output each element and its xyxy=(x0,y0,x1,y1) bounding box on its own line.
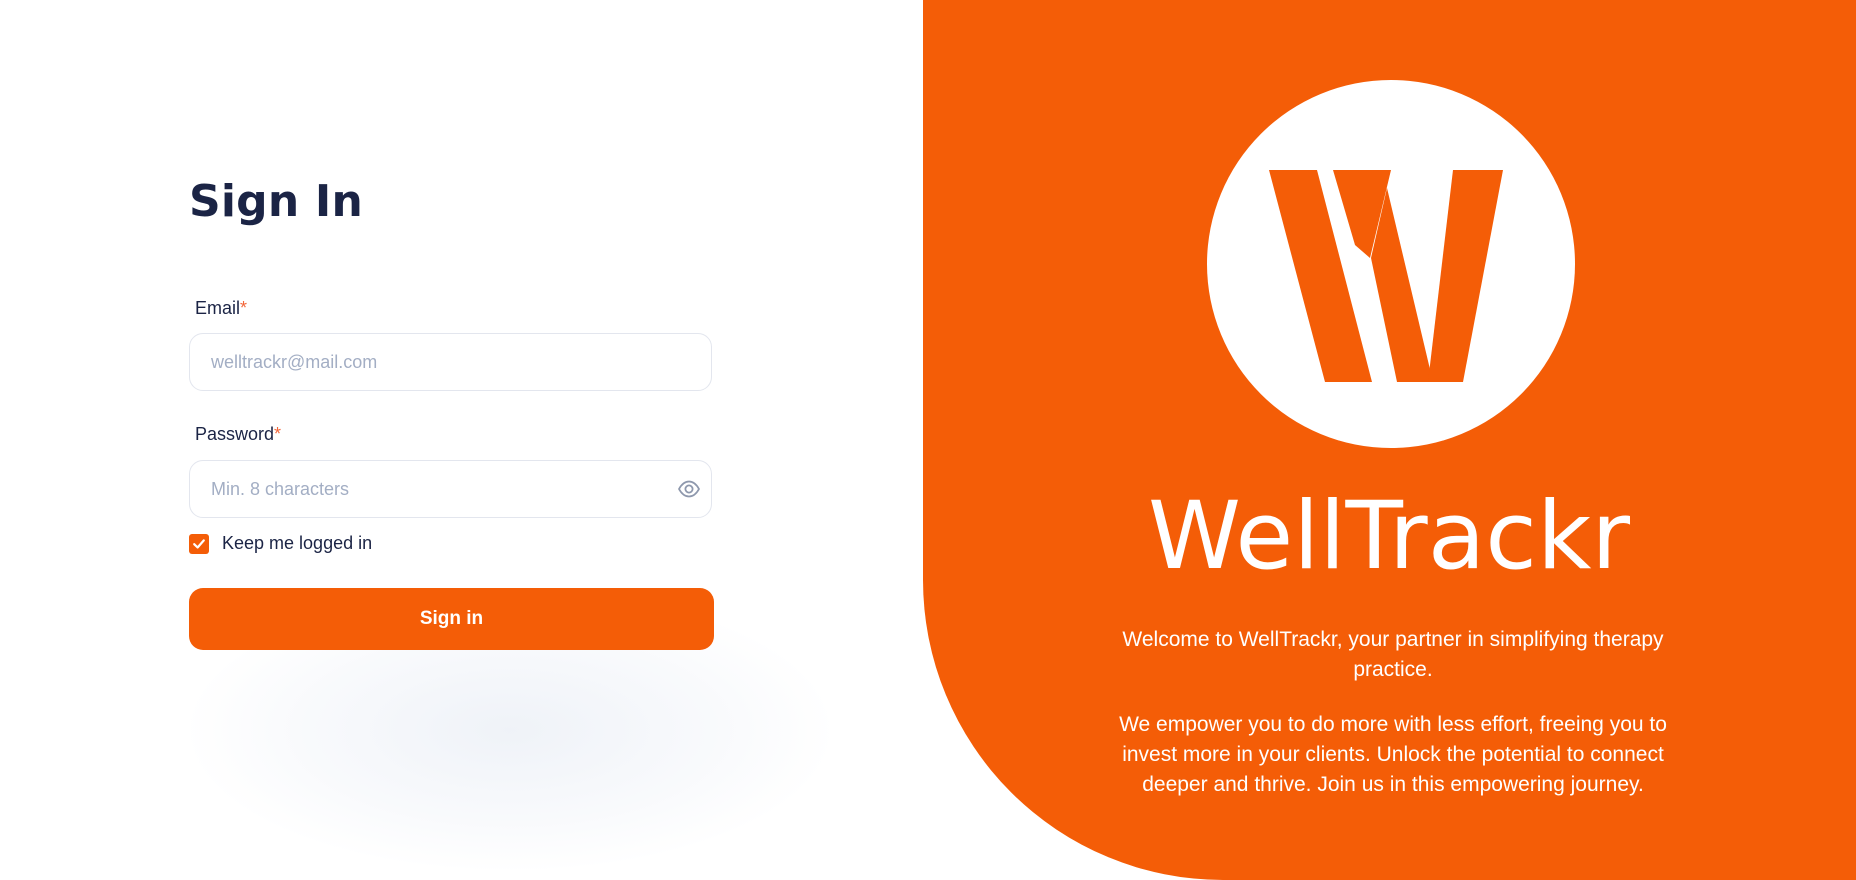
password-required-mark: * xyxy=(274,424,282,444)
logo-circle xyxy=(1207,80,1575,448)
password-input[interactable] xyxy=(189,460,712,518)
logo-w-icon xyxy=(1269,170,1503,382)
eye-icon[interactable] xyxy=(677,477,701,501)
email-label-text: Email xyxy=(195,298,241,318)
email-required-mark: * xyxy=(240,298,248,318)
signin-form: Sign In Email* Password* Keep me logged … xyxy=(189,172,714,650)
brand-panel: WellTrackr Welcome to WellTrackr, your p… xyxy=(923,0,1856,880)
brand-name: WellTrackr xyxy=(1148,482,1630,590)
signin-button[interactable]: Sign in xyxy=(189,588,714,650)
checkmark-icon xyxy=(193,538,205,549)
password-label: Password* xyxy=(195,423,281,445)
signin-page: Sign In Email* Password* Keep me logged … xyxy=(0,0,1856,880)
email-label: Email* xyxy=(195,297,247,319)
brand-wordmark: WellTrackr xyxy=(1148,482,1630,590)
email-input[interactable] xyxy=(189,333,712,391)
signin-pane: Sign In Email* Password* Keep me logged … xyxy=(0,0,923,880)
page-title: Sign In xyxy=(189,176,364,227)
mission-text: We empower you to do more with less effo… xyxy=(1119,713,1667,796)
welcome-text: Welcome to WellTrackr, your partner in s… xyxy=(1122,628,1664,681)
keep-logged-in-label[interactable]: Keep me logged in xyxy=(222,533,372,554)
password-label-text: Password xyxy=(195,424,275,444)
keep-logged-in-checkbox[interactable] xyxy=(189,533,209,554)
keep-logged-in-row: Keep me logged in xyxy=(189,533,372,554)
